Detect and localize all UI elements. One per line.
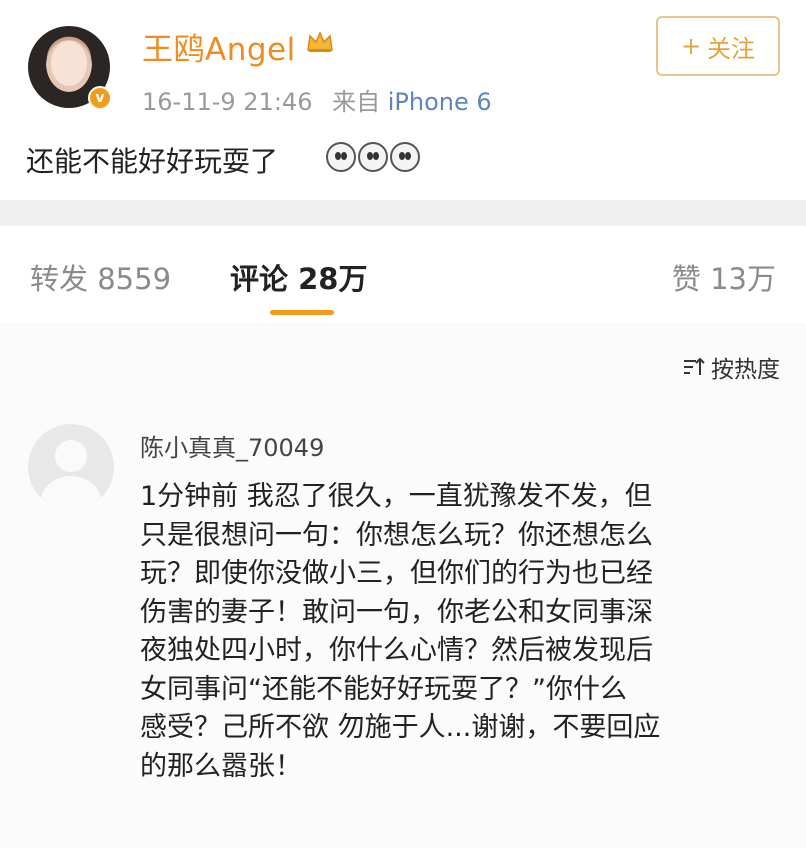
crown-icon xyxy=(307,31,333,52)
tab-comments[interactable]: 评论 28万 xyxy=(230,256,367,298)
crying-face-icon xyxy=(390,142,420,172)
post-meta: 16-11-9 21:46 来自 iPhone 6 xyxy=(142,82,492,117)
post-card: v 王鸥Angel 16-11-9 21:46 来自 iPhone 6 + 关注… xyxy=(0,0,806,200)
post-text: 还能不能好好玩耍了 xyxy=(26,145,279,178)
post-source-prefix: 来自 xyxy=(332,88,381,116)
post-device[interactable]: iPhone 6 xyxy=(388,88,492,116)
emoji-row xyxy=(326,142,420,172)
follow-label: 关注 xyxy=(707,34,756,63)
crying-face-icon xyxy=(358,142,388,172)
comment-avatar[interactable] xyxy=(28,424,114,510)
comment-author[interactable]: 陈小真真_70049 xyxy=(140,428,324,463)
plus-icon: + xyxy=(680,32,702,60)
post-timestamp: 16-11-9 21:46 xyxy=(142,88,313,116)
sort-icon xyxy=(684,357,705,375)
sort-label: 按热度 xyxy=(711,357,780,383)
comment-text: 1分钟前 我忍了很久，一直犹豫发不发，但 只是很想问一句：你想怎么玩？你还想怎么… xyxy=(140,481,661,782)
crying-face-icon xyxy=(326,142,356,172)
verified-badge-icon: v xyxy=(88,86,112,110)
tab-repost[interactable]: 转发 8559 xyxy=(30,256,171,298)
section-divider xyxy=(0,200,806,226)
active-tab-indicator xyxy=(270,310,334,315)
comment-list: 按热度 陈小真真_70049 1分钟前 我忍了很久，一直犹豫发不发，但 只是很想… xyxy=(0,322,806,848)
sort-button[interactable]: 按热度 xyxy=(683,350,780,384)
tab-likes[interactable]: 赞 13万 xyxy=(672,256,776,298)
interaction-tabs: 转发 8559 评论 28万 赞 13万 xyxy=(0,226,806,323)
post-username[interactable]: 王鸥Angel xyxy=(142,24,296,69)
follow-button[interactable]: + 关注 xyxy=(656,16,780,76)
